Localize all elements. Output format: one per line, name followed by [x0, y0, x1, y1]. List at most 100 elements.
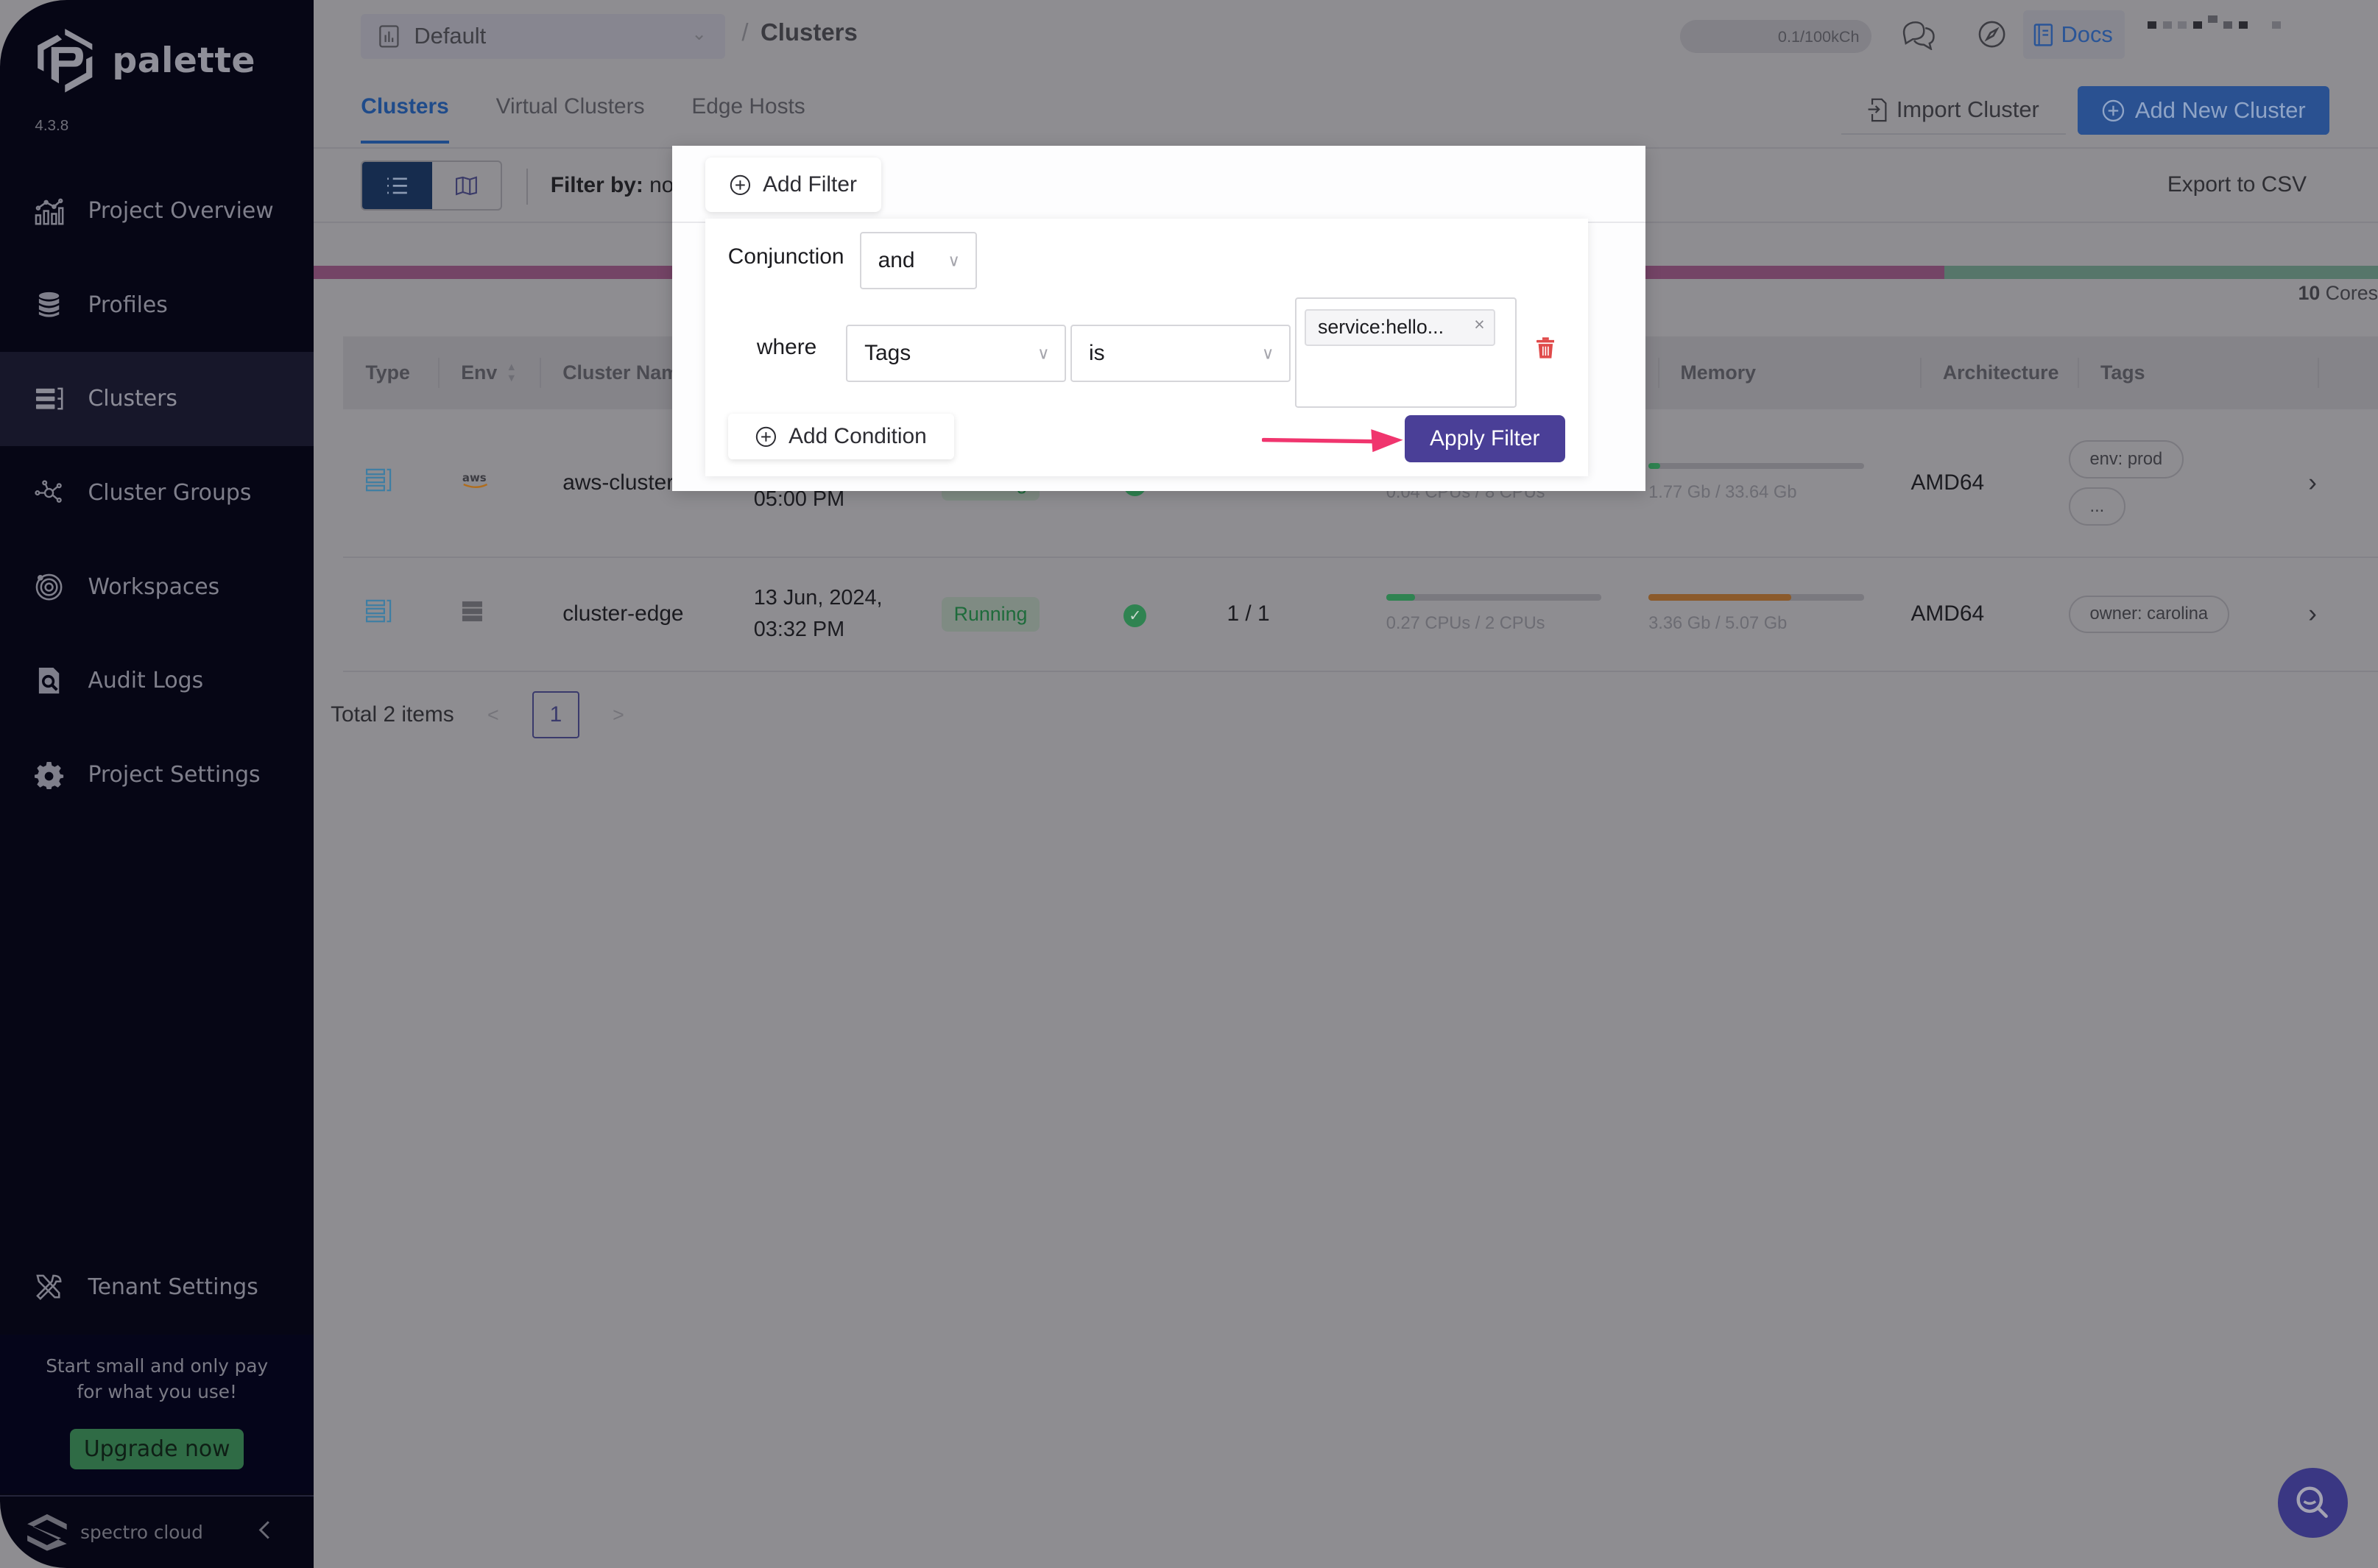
cores-available-segment [1944, 265, 2378, 280]
row-open-button[interactable]: › [2285, 599, 2378, 629]
sidebar-item-clusters[interactable]: Clusters [0, 351, 314, 446]
row-open-button[interactable]: › [2285, 468, 2378, 498]
app-version: 4.3.8 [35, 116, 69, 134]
column-env[interactable]: Env ▲ ▼ [438, 336, 540, 409]
map-view-button[interactable] [432, 162, 501, 209]
collapse-sidebar-button[interactable] [258, 1518, 272, 1546]
tab-clusters[interactable]: Clusters [361, 94, 449, 144]
memory-meter [1648, 463, 1864, 470]
memory-usage-text: 1.77 Gb / 33.64 Gb [1648, 483, 1797, 502]
memory-usage-text: 3.36 Gb / 5.07 Gb [1648, 614, 1788, 634]
status-cell: Running [919, 596, 1101, 632]
page-button-current[interactable]: 1 [532, 691, 579, 739]
sidebar-item-label: Clusters [88, 386, 177, 412]
next-page-button[interactable]: > [613, 704, 624, 727]
usage-indicator[interactable]: 0.1/100kCh [1680, 19, 1871, 54]
tab-edge-hosts[interactable]: Edge Hosts [691, 94, 805, 144]
compass-icon[interactable] [1977, 20, 2006, 54]
upgrade-now-button[interactable]: Upgrade now [70, 1428, 244, 1470]
gear-icon [35, 760, 64, 790]
cpu-usage-text: 0.27 CPUs / 2 CPUs [1386, 614, 1545, 634]
app-name: palette [112, 40, 255, 81]
add-condition-button[interactable]: Add Condition [727, 414, 954, 460]
map-icon [455, 176, 477, 196]
search-icon [2296, 1486, 2328, 1518]
sidebar-item-profiles[interactable]: Profiles [0, 258, 314, 352]
health-check-icon: ✓ [1123, 604, 1147, 627]
add-new-cluster-button[interactable]: Add New Cluster [2078, 86, 2330, 135]
sidebar-item-project-overview[interactable]: Project Overview [0, 163, 314, 258]
add-filter-button[interactable]: Add Filter [705, 158, 881, 213]
orbit-icon [35, 573, 63, 601]
sidebar-item-audit-logs[interactable]: Audit Logs [0, 634, 314, 728]
sidebar-item-project-settings[interactable]: Project Settings [0, 728, 314, 822]
prev-page-button[interactable]: < [487, 704, 499, 727]
promo-text: Start small and only pay for what you us… [0, 1335, 314, 1405]
field-select[interactable]: Tags ∨ [846, 324, 1067, 383]
pagination: Total 2 items < 1 > [331, 691, 657, 739]
tag-badge[interactable]: owner: carolina [2068, 595, 2229, 634]
breadcrumb-separator: / [741, 18, 749, 46]
network-icon [35, 478, 63, 507]
chevron-down-icon: ∨ [1261, 343, 1274, 363]
log-search-icon [35, 666, 63, 695]
view-toggle [361, 160, 502, 211]
column-tags[interactable]: Tags [2078, 336, 2317, 409]
cluster-tabs: Clusters Virtual Clusters Edge Hosts [361, 94, 805, 144]
sidebar-item-workspaces[interactable]: Workspaces [0, 540, 314, 634]
operator-select[interactable]: is ∨ [1070, 324, 1291, 383]
add-condition-label: Add Condition [788, 424, 927, 449]
sidebar-item-label: Tenant Settings [88, 1274, 258, 1301]
memory-meter [1648, 594, 1864, 601]
svg-text:aws: aws [462, 471, 487, 484]
import-cluster-button[interactable]: Import Cluster [1841, 86, 2066, 135]
more-tags-badge[interactable]: ... [2068, 487, 2126, 526]
trash-icon [1536, 337, 1555, 359]
tag-value-input[interactable]: service:hello... × [1295, 297, 1517, 409]
cpu-cell: 0.27 CPUs / 2 CPUs [1363, 594, 1626, 634]
tab-virtual-clusters[interactable]: Virtual Clusters [496, 94, 645, 144]
memory-cell: 1.77 Gb / 33.64 Gb [1626, 463, 1888, 503]
chevron-down-icon: ⌄ [691, 24, 707, 44]
project-select[interactable]: Default ⌄ [361, 13, 725, 60]
memory-cell: 3.36 Gb / 5.07 Gb [1626, 594, 1888, 634]
cpu-meter-fill [1386, 594, 1416, 601]
cluster-name[interactable]: cluster-edge [540, 601, 731, 626]
column-type[interactable]: Type [343, 336, 439, 409]
chevron-right-icon: › [2308, 468, 2317, 498]
promo-text-line-1: Start small and only pay [46, 1355, 269, 1377]
column-label: Tags [2100, 361, 2145, 384]
created-time: 03:32 PM [753, 618, 845, 642]
palette-logo[interactable]: palette [33, 26, 255, 96]
delete-condition-button[interactable] [1536, 336, 1555, 365]
architecture-cell: AMD64 [1910, 601, 1985, 626]
column-architecture[interactable]: Architecture [1919, 336, 2078, 409]
sidebar-item-label: Project Overview [88, 197, 274, 224]
tools-icon [35, 1273, 63, 1302]
sidebar-item-tenant-settings[interactable]: Tenant Settings [0, 1240, 314, 1335]
sidebar-item-label: Cluster Groups [88, 479, 252, 506]
sidebar-nav: Project Overview Profiles Clusters Clust… [0, 163, 314, 822]
table-row[interactable]: cluster-edge 13 Jun, 2024, 03:32 PM Runni… [342, 558, 2378, 672]
conjunction-value: and [878, 248, 915, 273]
architecture-cell: AMD64 [1910, 470, 1985, 495]
user-menu[interactable] [2147, 15, 2282, 29]
clusters-icon [35, 384, 63, 413]
apply-filter-button[interactable]: Apply Filter [1404, 415, 1565, 463]
spectro-cloud-brand: spectro cloud [80, 1522, 203, 1544]
project-name: Default [414, 23, 487, 49]
docs-button[interactable]: Docs [2023, 10, 2125, 60]
column-memory[interactable]: Memory [1657, 336, 1920, 409]
where-label: where [756, 335, 817, 360]
list-view-button[interactable] [362, 162, 433, 210]
tag-badge[interactable]: env: prod [2068, 440, 2184, 478]
conjunction-select[interactable]: and ∨ [860, 232, 977, 290]
chat-icon[interactable] [1900, 17, 1936, 56]
column-label: Type [365, 361, 410, 384]
chip-remove-icon[interactable]: × [1474, 315, 1484, 336]
cores-unit: Cores [2325, 282, 2378, 305]
export-csv-button[interactable]: Export to CSV [2148, 162, 2326, 208]
help-search-button[interactable] [2278, 1468, 2348, 1538]
edge-icon [438, 600, 540, 629]
sidebar-item-cluster-groups[interactable]: Cluster Groups [0, 446, 314, 540]
